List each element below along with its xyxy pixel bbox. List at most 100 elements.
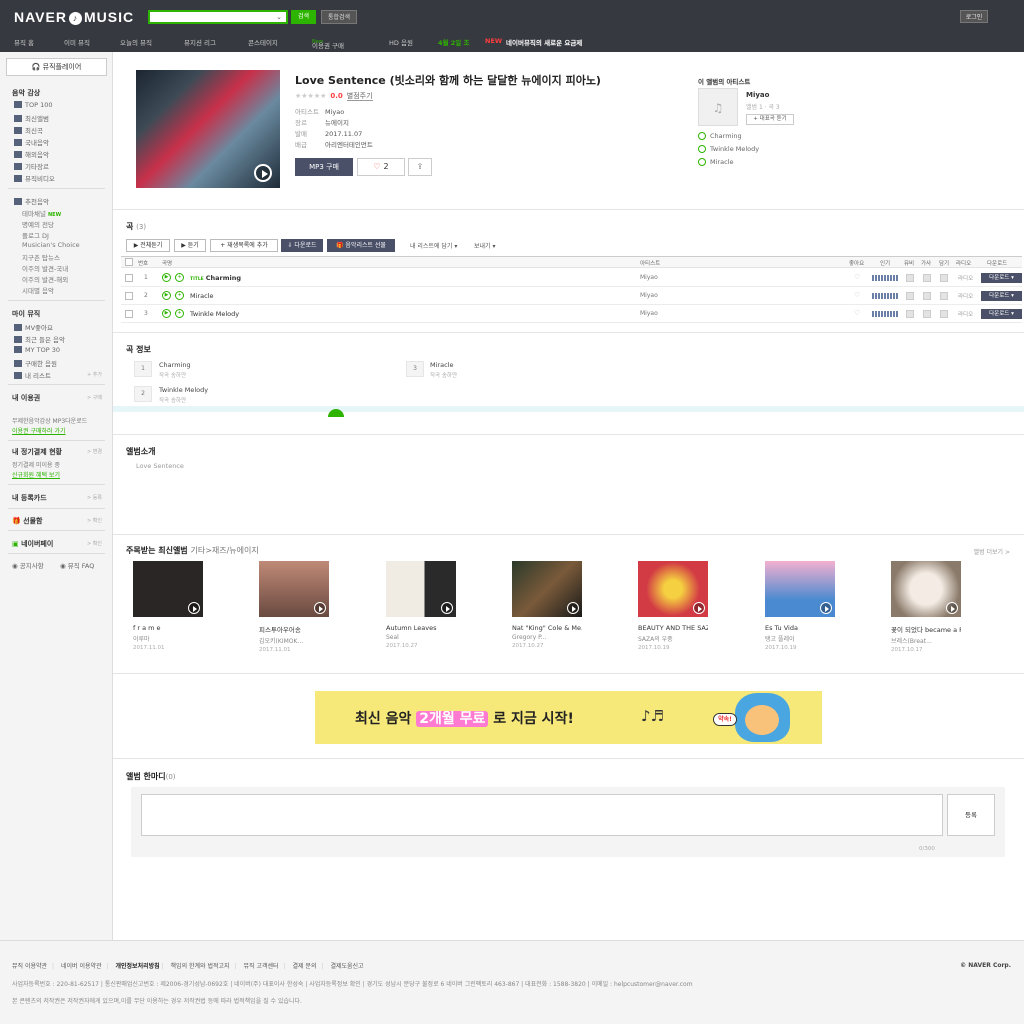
sidebar-item-top100[interactable]: TOP 100 xyxy=(12,101,52,109)
promo-banner[interactable]: 최신 음악 2개월 무료 로 지금 시작! ♪♬ 약속! xyxy=(315,691,822,744)
menu-music-home[interactable]: 뮤직 홈 xyxy=(14,37,34,47)
add-to-playlist-button[interactable]: + 재생목록에 추가 xyxy=(210,239,278,252)
album-cover[interactable] xyxy=(136,70,280,188)
album-thumbnail[interactable] xyxy=(765,561,835,617)
album-card-title[interactable]: BEAUTY AND THE SAZA ... xyxy=(638,624,708,632)
row-checkbox[interactable] xyxy=(125,310,133,318)
add-icon[interactable]: + xyxy=(175,309,184,318)
play-all-button[interactable]: ▶ 전체듣기 xyxy=(126,239,170,252)
album-thumbnail[interactable] xyxy=(386,561,456,617)
album-card[interactable]: Autumn Leaves Seal 2017.10.27 xyxy=(386,561,456,649)
album-card-title[interactable]: Nat "King" Cole & Me... xyxy=(512,624,582,632)
comment-submit-button[interactable]: 등록 xyxy=(947,794,995,836)
rate-button[interactable]: 별점주기 xyxy=(346,92,373,101)
play-selected-button[interactable]: ▶ 듣기 xyxy=(174,239,206,252)
play-icon[interactable]: ▶ xyxy=(162,309,171,318)
add-to-list-icon[interactable] xyxy=(940,310,948,318)
gift-check-link[interactable]: > 확인 xyxy=(87,517,102,524)
search-all-button[interactable]: 통합검색 xyxy=(321,10,357,24)
search-input[interactable]: ⌄ xyxy=(148,10,288,24)
add-icon[interactable]: + xyxy=(175,291,184,300)
sidebar-item-recent[interactable]: 최근 들은 음악 xyxy=(12,334,65,344)
voucher-buy-link[interactable]: > 구매 xyxy=(87,394,102,401)
menu-my-music[interactable]: 이미 뮤직 xyxy=(64,37,90,47)
table-row[interactable]: 2 ▶ + Miracle Miyao ♡ 라디오 다운로드 ▾ xyxy=(121,287,1022,305)
sidebar-item-purchased[interactable]: 구매한 음원 xyxy=(12,358,57,368)
album-card-title[interactable]: Autumn Leaves xyxy=(386,624,456,632)
artist-song-link[interactable]: Twinkle Melody xyxy=(698,145,759,153)
album-card[interactable]: 꽃이 되었다 became a Flow... 브레스(Breat... 2017.… xyxy=(891,561,961,653)
sidebar-item-recommend[interactable]: 추천음악 xyxy=(12,196,49,206)
login-button[interactable]: 로그인 xyxy=(960,10,988,23)
more-albums-link[interactable]: 앨범 더보기 > xyxy=(974,547,1010,556)
album-card[interactable]: Nat "King" Cole & Me... Gregory P... 2017.… xyxy=(512,561,582,649)
mv-icon[interactable] xyxy=(906,310,914,318)
album-card-title[interactable]: f r a m e xyxy=(133,624,203,632)
sidebar-sub-era[interactable]: 시대별 음악 xyxy=(22,285,54,295)
album-card[interactable]: Es Tu Vida 탱고 플레이 2017.10.19 xyxy=(765,561,835,651)
row-checkbox[interactable] xyxy=(125,274,133,282)
play-icon[interactable] xyxy=(441,602,453,614)
album-thumbnail[interactable] xyxy=(259,561,329,617)
footer-link[interactable]: 결제도움신고 xyxy=(330,963,363,970)
album-card-title[interactable]: 꽃이 되었다 became a Flow... xyxy=(891,624,961,634)
album-card-artist[interactable]: SAZA의 우중 xyxy=(638,634,708,643)
naverpay-check-link[interactable]: > 확인 xyxy=(87,540,102,547)
footer-link[interactable]: 결제 문의 xyxy=(292,963,316,970)
gift-box-link[interactable]: 🎁 선물함 xyxy=(12,516,42,526)
sidebar-item-latest-song[interactable]: 최신곡 xyxy=(12,125,43,135)
album-card-artist[interactable]: 이루마 xyxy=(133,634,203,643)
naverpay-link[interactable]: ▣ 네이버페이 xyxy=(12,539,53,549)
sidebar-item-overseas[interactable]: 해외음악 xyxy=(12,149,49,159)
song-artist[interactable]: Miyao xyxy=(640,274,658,281)
sidebar-sub-hall[interactable]: 명예의 전당 xyxy=(22,219,54,229)
song-artist[interactable]: Miyao xyxy=(640,292,658,299)
album-card-title[interactable]: 피스투아우어송 xyxy=(259,624,329,634)
add-to-list-icon[interactable] xyxy=(940,274,948,282)
artist-song-link[interactable]: Charming xyxy=(698,132,742,140)
album-card-artist[interactable]: 탱고 플레이 xyxy=(765,634,835,643)
radio-button[interactable]: 라디오 xyxy=(958,310,973,318)
heart-icon[interactable]: ♡ xyxy=(854,291,860,299)
sidebar-sub-discovery-domestic[interactable]: 이주의 발견-국내 xyxy=(22,263,68,273)
footer-link[interactable]: 뮤직 고객센터 xyxy=(244,963,279,970)
lyrics-icon[interactable] xyxy=(923,310,931,318)
album-thumbnail[interactable] xyxy=(512,561,582,617)
play-icon[interactable]: ▶ xyxy=(162,273,171,282)
row-download-button[interactable]: 다운로드 ▾ xyxy=(981,273,1022,283)
mylist-add-button[interactable]: + 추가 xyxy=(87,371,102,378)
album-thumbnail[interactable] xyxy=(638,561,708,617)
play-icon[interactable] xyxy=(820,602,832,614)
song-info-item[interactable]: Miracle 작곡 송하얀 xyxy=(430,361,457,379)
album-card[interactable]: f r a m e 이루마 2017.11.01 xyxy=(133,561,203,651)
sidebar-item-mylist[interactable]: 내 리스트 xyxy=(12,370,51,380)
footer-link-privacy[interactable]: 개인정보처리방침 xyxy=(116,963,160,970)
subscription-change-link[interactable]: > 변경 xyxy=(87,448,102,455)
album-thumbnail[interactable] xyxy=(891,561,961,617)
sidebar-item-mytop30[interactable]: MY TOP 30 xyxy=(12,346,60,354)
play-icon[interactable] xyxy=(567,602,579,614)
album-card-artist[interactable]: Gregory P... xyxy=(512,634,582,641)
menu-musician-league[interactable]: 뮤지션 리그 xyxy=(184,37,216,47)
song-title[interactable]: Miracle xyxy=(190,292,213,300)
table-row[interactable]: 1 ▶ + TITLE Charming Miyao ♡ 라디오 다운로드 ▾ xyxy=(121,269,1022,287)
mp3-buy-button[interactable]: MP3 구매 xyxy=(295,158,353,176)
album-card-artist[interactable]: 김오키(KIMOK... xyxy=(259,636,329,645)
play-icon[interactable] xyxy=(254,164,272,182)
song-info-item[interactable]: Twinkle Melody 작곡 송하얀 xyxy=(159,386,208,404)
song-title[interactable]: TITLE Charming xyxy=(190,274,241,282)
song-title[interactable]: Twinkle Melody xyxy=(190,310,239,318)
gift-list-button[interactable]: 🎁 음악리스트 선물 xyxy=(327,239,395,252)
lyrics-icon[interactable] xyxy=(923,274,931,282)
table-row[interactable]: 3 ▶ + Twinkle Melody Miyao ♡ 라디오 다운로드 ▾ xyxy=(121,305,1022,323)
menu-event[interactable]: 4월 2일 조 xyxy=(438,37,470,47)
lyrics-icon[interactable] xyxy=(923,292,931,300)
footer-link[interactable]: 책임의 한계와 법적고지 xyxy=(171,963,230,970)
row-checkbox[interactable] xyxy=(125,292,133,300)
like-button[interactable]: ♡ 2 xyxy=(357,158,405,176)
album-card-artist[interactable]: 브레스(Breat... xyxy=(891,636,961,645)
sidebar-sub-theme[interactable]: 테마채널 NEW xyxy=(22,208,61,218)
voucher-buy-link-text[interactable]: 이용권 구매하러 가기 xyxy=(12,426,66,435)
album-card-artist[interactable]: Seal xyxy=(386,634,456,641)
artist-song-link[interactable]: Miracle xyxy=(698,158,733,166)
